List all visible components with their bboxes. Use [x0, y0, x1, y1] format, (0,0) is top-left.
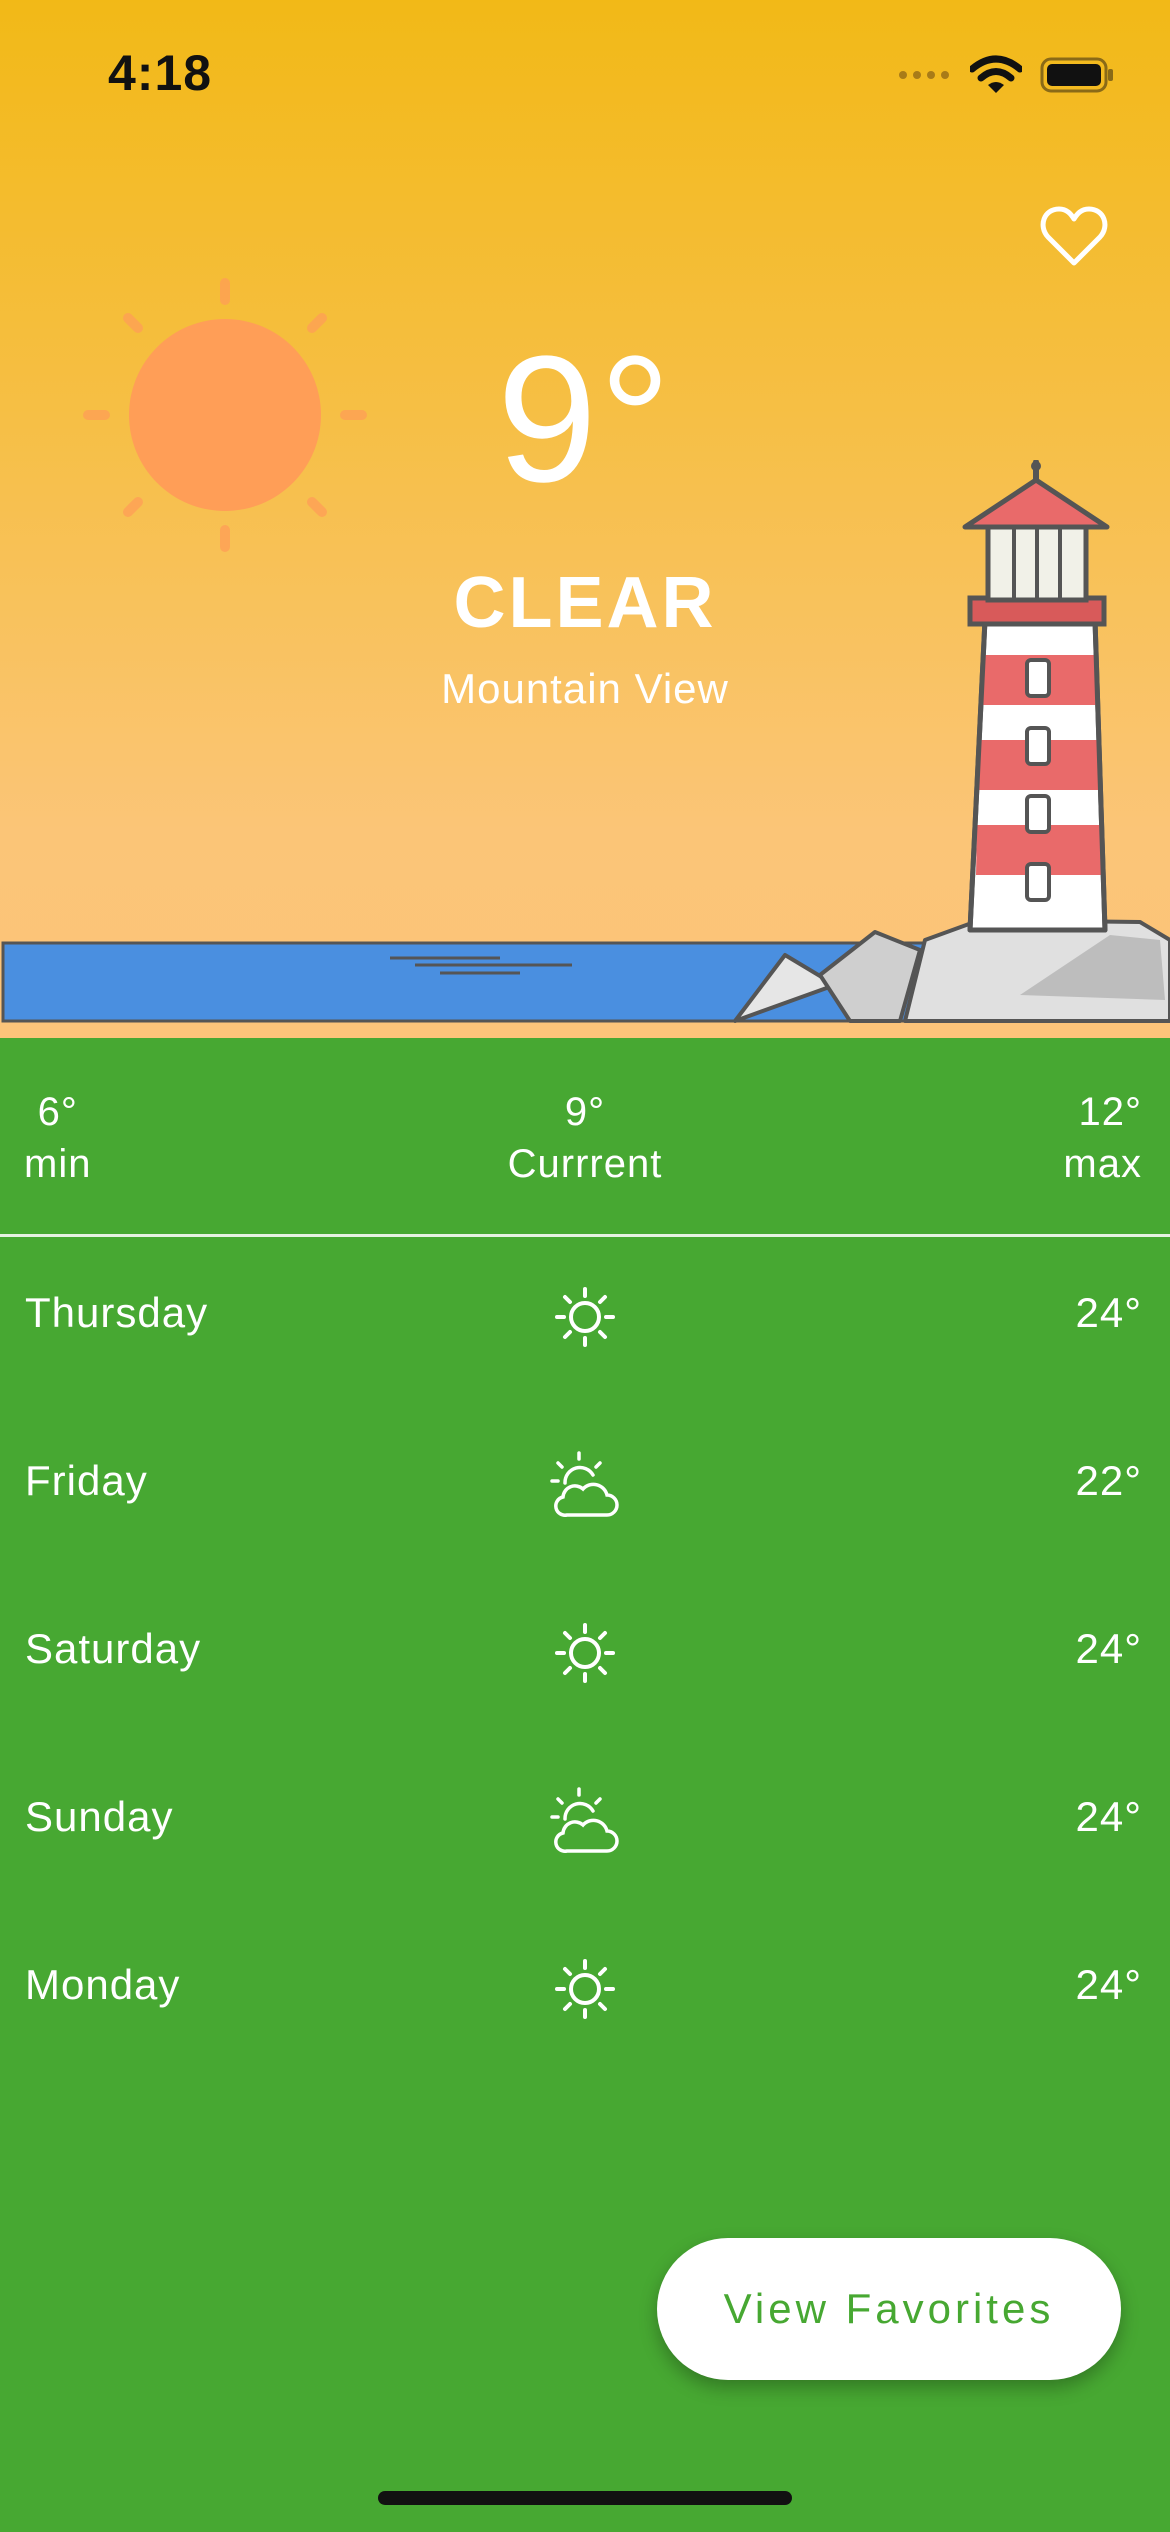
forecast-temperature: 24° — [1075, 1289, 1142, 1336]
current-temperature-value: 9° — [564, 1090, 606, 1134]
sun-icon — [555, 1287, 615, 1347]
forecast-list: Thursday 24° Friday 22° Saturday 24° Sun… — [0, 1237, 1170, 2077]
max-temperature-value: 12° — [1078, 1090, 1142, 1134]
sun-icon — [555, 1959, 615, 2019]
weather-screen: 4:18 9° CLEAR Mountain View 6° min 9° Cu… — [0, 0, 1170, 2532]
forecast-temperature: 24° — [1075, 1793, 1142, 1840]
partly-cloudy-icon — [550, 1787, 619, 1853]
battery-icon — [1040, 57, 1113, 93]
max-temperature-label: max — [1063, 1142, 1142, 1186]
forecast-row: Monday 24° — [0, 1909, 1170, 2077]
current-temperature-summary: 9° Currrent — [0, 1086, 1170, 1190]
forecast-row: Sunday 24° — [0, 1741, 1170, 1909]
forecast-temperature: 24° — [1075, 1961, 1142, 2008]
signal-icon — [899, 71, 949, 79]
wifi-icon — [970, 55, 1022, 93]
forecast-row: Friday 22° — [0, 1405, 1170, 1573]
weather-hero: 4:18 9° CLEAR Mountain View — [0, 0, 1170, 1038]
forecast-temperature: 22° — [1075, 1457, 1142, 1504]
sun-icon — [555, 1623, 615, 1683]
forecast-row: Thursday 24° — [0, 1237, 1170, 1405]
forecast-temperature: 24° — [1075, 1625, 1142, 1672]
forecast-day: Saturday — [25, 1625, 202, 1672]
view-favorites-button[interactable]: View Favorites — [657, 2238, 1121, 2380]
forecast-day: Thursday — [25, 1289, 209, 1336]
status-icons — [898, 50, 1114, 100]
partly-cloudy-icon — [550, 1451, 619, 1517]
forecast-row: Saturday 24° — [0, 1573, 1170, 1741]
status-time: 4:18 — [108, 45, 213, 101]
max-temperature: 12° max — [1063, 1086, 1142, 1190]
temperature-summary: 6° min 9° Currrent 12° max — [0, 1038, 1170, 1236]
forecast-day: Monday — [25, 1961, 181, 2008]
home-indicator[interactable] — [378, 2491, 792, 2505]
heart-icon[interactable] — [1040, 205, 1108, 267]
forecast-day: Friday — [25, 1457, 148, 1504]
status-bar: 4:18 — [0, 0, 1170, 140]
lighthouse-seascape-illustration — [1, 460, 1170, 1023]
current-temperature-label: Currrent — [507, 1142, 663, 1186]
forecast-day: Sunday — [25, 1793, 174, 1840]
